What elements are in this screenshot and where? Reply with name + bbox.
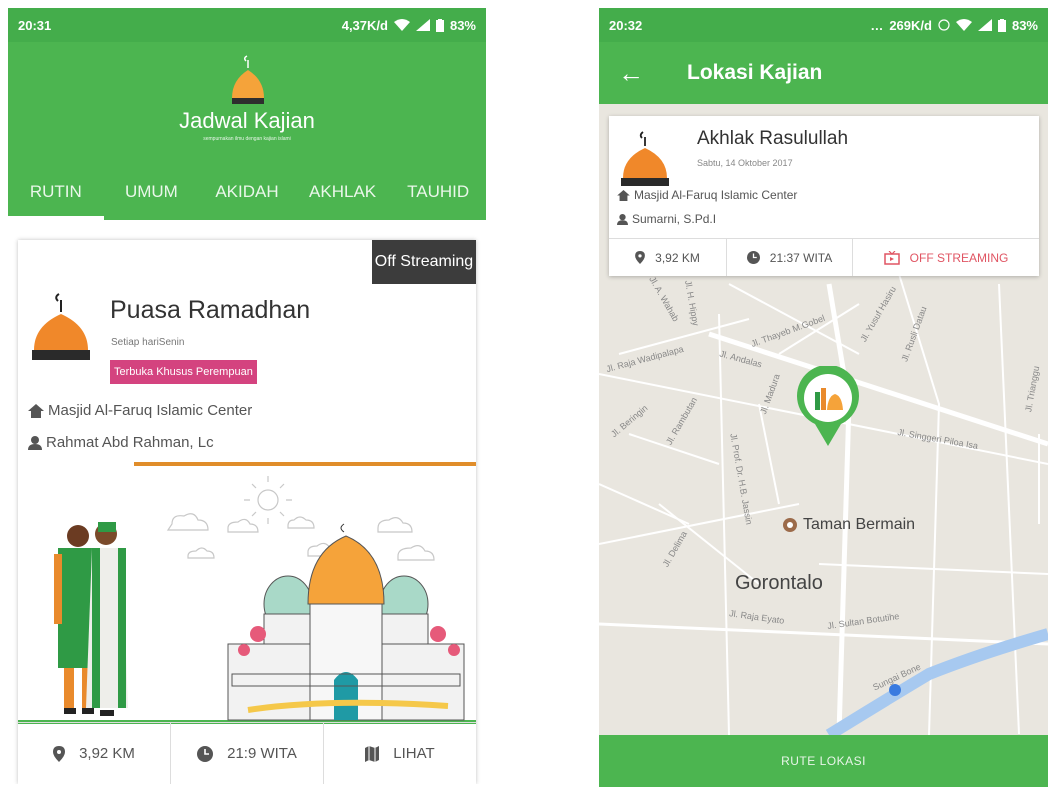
view-label: LIHAT <box>393 745 435 762</box>
phone-screen-right: 20:32 … 269K/d 83% ← Lokasi Kajian Jl. T… <box>599 8 1048 787</box>
tab-akidah[interactable]: AKIDAH <box>199 168 295 220</box>
kajian-schedule: Setiap hariSenin <box>111 337 185 348</box>
screen-title: Lokasi Kajian <box>687 61 823 84</box>
tv-icon <box>883 250 900 265</box>
park-icon <box>783 518 797 532</box>
map-view[interactable]: Jl. Thayeb M.Gobel Jl. Andalas Jl. Raja … <box>599 104 1048 735</box>
app-header: Jadwal Kajian sempurnakan ilmu dengan ka… <box>8 42 486 220</box>
divider-line <box>134 462 476 466</box>
phone-screen-left: 20:31 4,37K/d 83% Jadwal Kajian sempurna… <box>8 8 486 784</box>
streaming-text: OFF STREAMING <box>909 250 1009 265</box>
distance-stat: 3,92 KM <box>18 723 171 784</box>
clock-icon <box>197 745 214 762</box>
view-map-button[interactable]: LIHAT <box>324 723 476 784</box>
tab-umum[interactable]: UMUM <box>104 168 200 220</box>
app-tagline: sempurnakan ilmu dengan kajian islami <box>203 136 291 142</box>
time-stat: 21:37 WITA <box>727 239 853 276</box>
streaming-stat[interactable]: OFF STREAMING <box>853 239 1039 276</box>
network-speed: 4,37K/d <box>341 17 388 33</box>
mosque-logo-icon <box>232 55 264 104</box>
mosque-icon <box>32 293 90 360</box>
alarm-icon <box>938 19 950 31</box>
status-bar: 20:31 4,37K/d 83% <box>8 8 486 42</box>
map-icon <box>365 745 380 762</box>
location-text: Masjid Al-Faruq Islamic Center <box>48 402 253 419</box>
person-icon <box>617 213 628 225</box>
category-tabs: RUTIN UMUM AKIDAH AKHLAK TAUHID <box>8 168 486 220</box>
battery-icon <box>997 18 1006 32</box>
network-speed: 269K/d <box>889 17 932 33</box>
battery-icon <box>435 18 444 32</box>
kajian-title: Akhlak Rasulullah <box>697 128 849 149</box>
status-time: 20:31 <box>18 17 52 33</box>
wifi-icon <box>955 19 972 31</box>
mosque-map-marker-icon[interactable] <box>795 366 861 446</box>
tab-akhlak[interactable]: AKHLAK <box>295 168 391 220</box>
location-pin-icon <box>635 251 646 264</box>
person-icon <box>28 435 42 450</box>
speaker-row: Sumarni, S.Pd.I <box>617 212 716 226</box>
location-pin-icon <box>53 745 66 762</box>
poi-label[interactable]: Taman Bermain <box>783 516 915 534</box>
time-value: 21:9 WITA <box>227 745 297 762</box>
battery-level: 83% <box>1011 17 1038 33</box>
clock-icon <box>746 251 760 264</box>
kajian-info-card: Akhlak Rasulullah Sabtu, 14 Oktober 2017… <box>609 116 1039 276</box>
card-stats: 3,92 KM 21:9 WITA LIHAT <box>18 722 476 784</box>
time-value: 21:37 WITA <box>769 250 833 265</box>
signal-icon <box>415 19 430 31</box>
tab-tauhid[interactable]: TAUHID <box>390 168 486 220</box>
tab-rutin[interactable]: RUTIN <box>8 168 104 220</box>
battery-level: 83% <box>449 17 476 33</box>
streaming-badge: Off Streaming <box>372 240 476 284</box>
speaker-text: Sumarni, S.Pd.I <box>632 212 717 226</box>
location-row: Masjid Al-Faruq Islamic Center <box>28 402 252 419</box>
home-icon <box>617 189 630 201</box>
distance-value: 3,92 KM <box>79 745 135 762</box>
speaker-row: Rahmat Abd Rahman, Lc <box>28 434 214 451</box>
mosque-illustration <box>18 476 476 724</box>
notification-dots-icon: … <box>870 17 884 33</box>
info-stats: 3,92 KM 21:37 WITA OFF STREAMING <box>609 238 1039 276</box>
status-time: 20:32 <box>609 17 643 33</box>
status-bar: 20:32 … 269K/d 83% <box>599 8 1048 42</box>
kajian-date: Sabtu, 14 Oktober 2017 <box>697 158 793 168</box>
location-text: Masjid Al-Faruq Islamic Center <box>634 188 798 202</box>
signal-icon <box>977 19 992 31</box>
distance-value: 3,92 KM <box>655 250 700 265</box>
app-title: Jadwal Kajian <box>179 108 315 133</box>
distance-stat: 3,92 KM <box>609 239 727 276</box>
back-arrow-icon[interactable]: ← <box>599 58 663 89</box>
audience-badge: Terbuka Khusus Perempuan <box>110 360 257 384</box>
kajian-card[interactable]: Off Streaming Puasa Ramadhan Setiap hari… <box>18 240 476 784</box>
time-stat: 21:9 WITA <box>171 723 324 784</box>
route-location-button[interactable]: RUTE LOKASI <box>599 735 1048 787</box>
location-row: Masjid Al-Faruq Islamic Center <box>617 188 797 202</box>
home-icon <box>28 403 44 418</box>
speaker-text: Rahmat Abd Rahman, Lc <box>46 434 214 451</box>
city-label: Gorontalo <box>735 572 823 594</box>
wifi-icon <box>393 19 410 31</box>
kajian-title: Puasa Ramadhan <box>110 296 311 324</box>
app-bar: ← Lokasi Kajian <box>599 42 1048 104</box>
mosque-icon <box>621 131 669 186</box>
